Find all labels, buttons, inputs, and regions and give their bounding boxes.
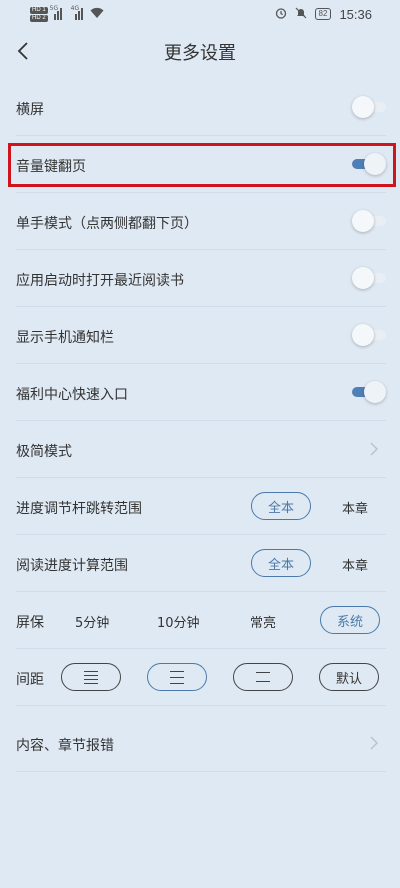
highlight-box [8,143,396,187]
spacing-label: 间距 [16,672,44,688]
show-notification-toggle[interactable] [352,324,386,346]
sig2-tag: 4G [70,5,80,12]
open-recent-label: 应用启动时打开最近阅读书 [16,273,184,289]
spacing-tight-icon [84,670,98,684]
mute-icon [295,7,307,22]
minimal-mode-label: 极简模式 [16,444,72,460]
spacing-loose-icon [256,672,270,682]
open-recent-toggle[interactable] [352,267,386,289]
setting-row-open-recent: 应用启动时打开最近阅读书 [16,250,386,307]
spacing-default-button[interactable]: 默认 [319,663,379,691]
hd2-badge: HD 2 [30,14,48,22]
setting-row-welfare-entry: 福利中心快速入口 [16,364,386,421]
setting-row-show-notification: 显示手机通知栏 [16,307,386,364]
landscape-label: 横屏 [16,102,44,118]
progress-calc-label: 阅读进度计算范围 [16,558,128,574]
progress-jump-chapter-button[interactable]: 本章 [342,498,368,517]
alarm-icon [275,7,287,22]
setting-row-minimal-mode[interactable]: 极简模式 [16,421,386,478]
screensaver-always-button[interactable]: 常亮 [250,612,276,631]
setting-row-screensaver: 屏保 5分钟 10分钟 常亮 系统 [16,592,386,649]
spacing-medium-icon [170,670,184,684]
setting-row-progress-calc: 阅读进度计算范围 全本 本章 [16,535,386,592]
status-time: 15:36 [339,6,372,22]
setting-row-progress-jump: 进度调节杆跳转范围 全本 本章 [16,478,386,535]
setting-row-landscape: 横屏 [16,79,386,136]
screensaver-system-button[interactable]: 系统 [320,606,380,634]
screensaver-5min-button[interactable]: 5分钟 [75,612,109,631]
setting-row-one-hand: 单手模式（点两侧都翻下页） [16,193,386,250]
spacing-loose-button[interactable] [233,663,293,691]
status-left: HD 1 HD 2 5G 4G [30,4,104,24]
wifi-icon [90,7,104,22]
screensaver-label: 屏保 [16,615,44,631]
report-error-label: 内容、章节报错 [16,738,114,754]
spacing-medium-button[interactable] [147,663,207,691]
progress-jump-label: 进度调节杆跳转范围 [16,501,142,517]
page-title: 更多设置 [164,43,236,64]
progress-calc-all-button[interactable]: 全本 [251,549,311,577]
hd1-badge: HD 1 [30,6,48,14]
chevron-right-icon [370,736,379,750]
chevron-right-icon [370,442,379,456]
page: HD 1 HD 2 5G 4G 82 15:36 更多设置 横屏 音量键翻页 单… [0,0,400,888]
one-hand-toggle[interactable] [352,210,386,232]
progress-jump-all-button[interactable]: 全本 [251,492,311,520]
progress-calc-chapter-button[interactable]: 本章 [342,555,368,574]
signal-icon-2: 4G [71,5,86,20]
welfare-entry-toggle[interactable] [352,381,386,403]
hd-badges: HD 1 HD 2 [30,6,48,22]
battery-icon: 82 [314,8,332,20]
status-bar: HD 1 HD 2 5G 4G 82 15:36 [0,0,400,28]
status-right: 82 15:36 [275,4,372,24]
header: 更多设置 [0,30,400,74]
welfare-entry-label: 福利中心快速入口 [16,387,128,403]
show-notification-label: 显示手机通知栏 [16,330,114,346]
setting-row-spacing: 间距 默认 [16,649,386,706]
one-hand-label: 单手模式（点两侧都翻下页） [16,216,198,232]
landscape-toggle[interactable] [352,96,386,118]
signal-icon-1: 5G [50,5,65,20]
spacing-tight-button[interactable] [61,663,121,691]
setting-row-report-error[interactable]: 内容、章节报错 [16,715,386,772]
screensaver-10min-button[interactable]: 10分钟 [157,612,200,631]
sig1-tag: 5G [49,5,59,12]
